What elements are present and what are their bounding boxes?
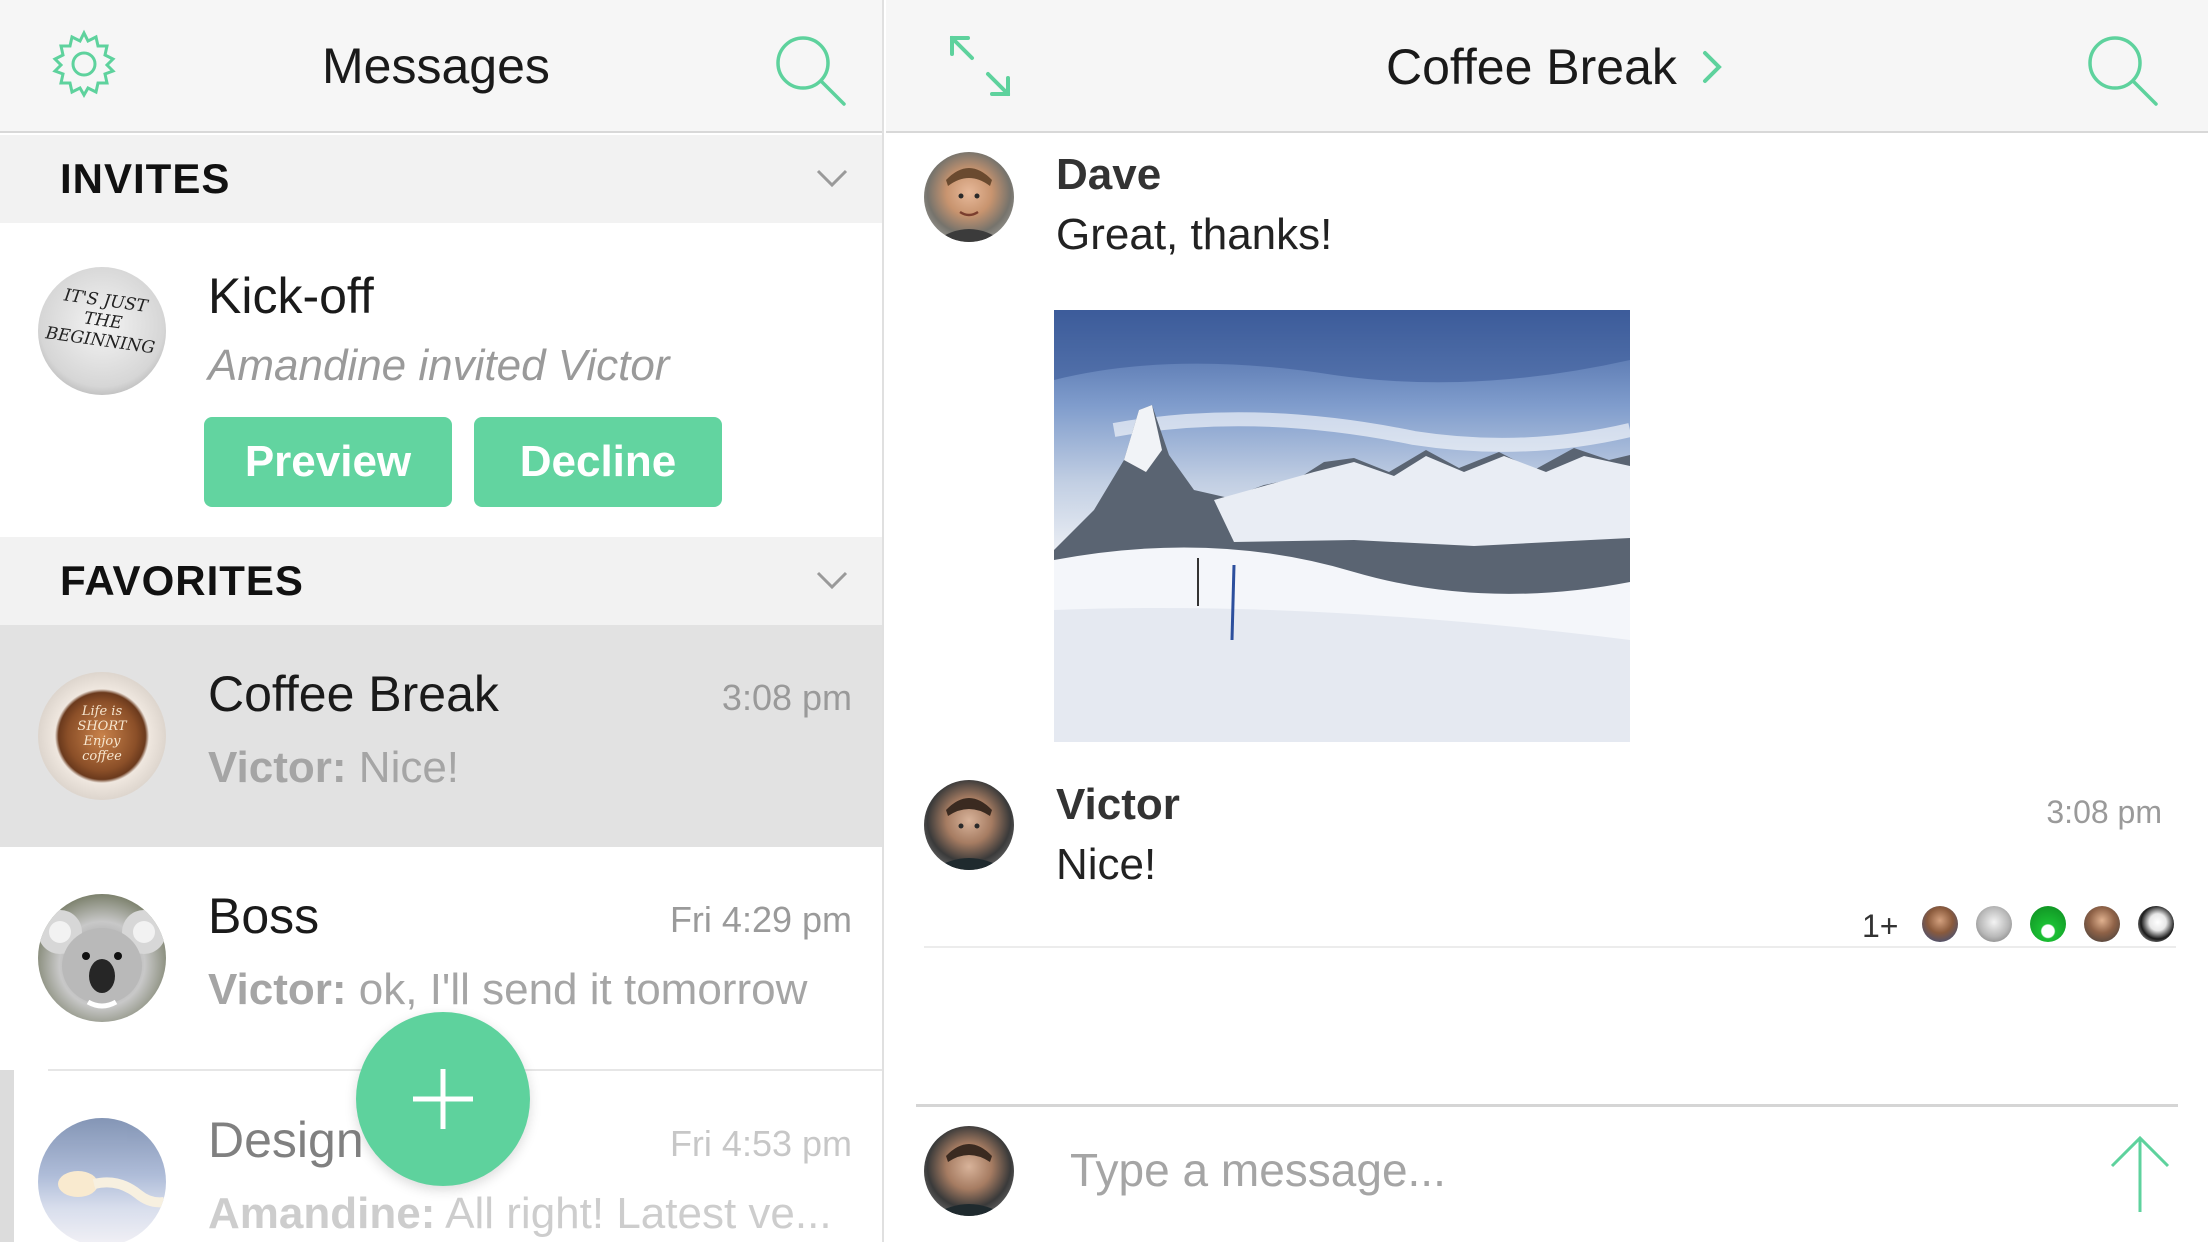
invite-subtitle: Amandine invited Victor	[208, 341, 670, 390]
sender-name[interactable]: Victor	[1056, 780, 1180, 830]
receipt-avatar	[2084, 906, 2120, 942]
room-last-message: Victor: ok, I'll send it tomorrow	[208, 965, 807, 1015]
room-search-button[interactable]	[2076, 24, 2168, 116]
room-row-coffee-break[interactable]: Life is SHORT Enjoy coffee Coffee Break …	[0, 625, 882, 847]
expand-button[interactable]	[940, 26, 1020, 106]
sender-avatar-victor[interactable]	[924, 780, 1014, 870]
room-list-navbar: Messages	[0, 0, 882, 133]
room-name: Coffee Break	[208, 666, 499, 722]
room-last-message: Amandine: All right! Latest ve...	[208, 1189, 832, 1239]
invite-room-name: Kick-off	[208, 268, 374, 324]
last-message-sender: Victor:	[208, 965, 347, 1014]
section-title: FAVORITES	[60, 557, 304, 604]
room-list-panel: Messages INVITES IT'S JUST THE BEGINNING…	[0, 0, 884, 1242]
person-face-image	[932, 1144, 1006, 1216]
room-avatar	[38, 894, 166, 1022]
chevron-right-icon	[1702, 50, 1722, 83]
search-icon	[776, 36, 846, 106]
read-receipts-count: 1+	[1862, 908, 1899, 944]
gear-icon	[52, 29, 116, 99]
composer-user-avatar	[924, 1126, 1014, 1216]
invites-section-header[interactable]: INVITES	[0, 135, 882, 223]
last-message-text: ok, I'll send it tomorrow	[346, 965, 808, 1014]
decline-button[interactable]: Decline	[474, 417, 722, 507]
scroll-indicator[interactable]	[0, 1070, 14, 1242]
plus-icon	[413, 1069, 473, 1129]
person-face-image	[934, 168, 1004, 242]
last-message-text: Nice!	[346, 743, 460, 792]
receipt-avatar	[1922, 906, 1958, 942]
receipt-avatar	[2030, 906, 2066, 942]
favorites-section-header[interactable]: FAVORITES	[0, 537, 882, 625]
preview-button[interactable]: Preview	[204, 417, 452, 507]
receipt-avatar	[2138, 906, 2174, 942]
avatar-latte-text: Life is SHORT Enjoy coffee	[77, 704, 127, 764]
room-time: Fri 4:53 pm	[669, 1123, 852, 1164]
page-title: Messages	[322, 38, 550, 94]
room-name: Design	[208, 1112, 364, 1168]
room-last-message: Victor: Nice!	[208, 743, 459, 793]
expand-icon	[950, 36, 1010, 96]
arrow-up-icon	[2110, 1135, 2170, 1212]
jellyfish-image	[58, 1171, 165, 1208]
message-text: Nice!	[1056, 840, 1157, 889]
search-icon	[2088, 36, 2158, 106]
room-title-button[interactable]: Coffee Break	[1386, 0, 1727, 133]
room-time: Fri 4:29 pm	[669, 899, 852, 940]
avatar-handwriting: IT'S JUST THE BEGINNING	[44, 285, 157, 359]
room-avatar: Life is SHORT Enjoy coffee	[38, 672, 166, 800]
last-message-sender: Victor:	[208, 743, 347, 792]
sender-name[interactable]: Dave	[1056, 150, 1161, 200]
sender-avatar-dave[interactable]	[924, 152, 1014, 242]
create-room-button[interactable]	[356, 1012, 530, 1186]
room-navbar: Coffee Break	[886, 0, 2208, 133]
room-avatar	[38, 1118, 166, 1242]
search-button[interactable]	[764, 24, 856, 116]
settings-button[interactable]	[44, 24, 124, 104]
message-divider	[924, 946, 2176, 948]
room-time: 3:08 pm	[721, 677, 852, 718]
message-timestamp: 3:08 pm	[2046, 794, 2162, 830]
message-input[interactable]	[1070, 1140, 1970, 1200]
invite-row[interactable]: IT'S JUST THE BEGINNING Kick-off Amandin…	[0, 223, 882, 537]
chevron-down-icon	[816, 571, 848, 590]
room-title: Coffee Break	[1386, 38, 1677, 95]
send-button[interactable]	[2100, 1126, 2180, 1222]
read-receipts[interactable]: 1+	[886, 900, 2176, 950]
room-panel: Coffee Break Dave Great, thanks! Victor …	[886, 0, 2208, 1242]
koala-image	[38, 910, 166, 1009]
person-face-image	[932, 798, 1006, 870]
room-avatar: IT'S JUST THE BEGINNING	[38, 267, 166, 395]
receipt-avatar	[1976, 906, 2012, 942]
section-title: INVITES	[60, 155, 231, 202]
chevron-down-icon	[816, 169, 848, 188]
composer-divider	[916, 1104, 2178, 1107]
mountain-photo	[1054, 310, 1630, 742]
last-message-sender: Amandine:	[208, 1189, 436, 1238]
last-message-text: All right! Latest ve...	[435, 1189, 832, 1238]
image-attachment[interactable]	[1054, 310, 1630, 742]
message-text: Great, thanks!	[1056, 210, 1333, 259]
room-name: Boss	[208, 888, 320, 944]
